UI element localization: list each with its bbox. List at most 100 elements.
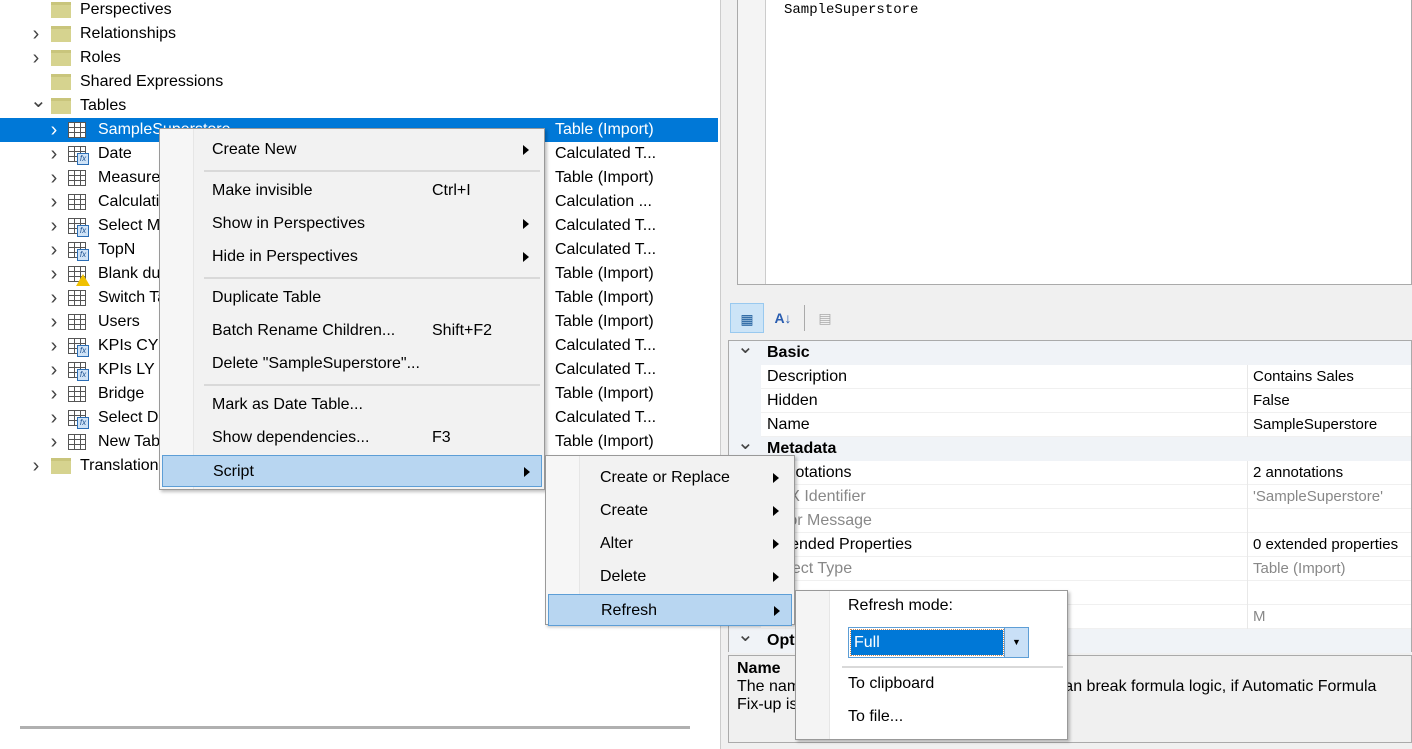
menu-item-show-dependencies[interactable]: Show dependencies...F3 (162, 422, 542, 454)
menu-item-create-new[interactable]: Create New (162, 134, 542, 166)
menu-item-refresh[interactable]: Refresh (548, 594, 792, 626)
table-name: KPIs CY (98, 334, 158, 358)
menu-item-script[interactable]: Script (162, 455, 542, 487)
property-value[interactable]: 0 extended properties (1247, 533, 1398, 557)
tree-folder-tables[interactable]: ⌄Tables (0, 94, 718, 118)
menu-item-label: Create (600, 495, 648, 527)
table-icon (68, 386, 86, 402)
dropdown-arrow-icon[interactable]: ▼ (1004, 628, 1028, 657)
property-row[interactable]: DescriptionContains Sales (729, 365, 1411, 389)
expand-chevron-icon[interactable]: › (48, 118, 60, 142)
warning-table-icon (68, 266, 86, 282)
menu-separator (204, 277, 540, 279)
menu-item-create-or-replace[interactable]: Create or Replace (548, 462, 792, 494)
expand-chevron-icon[interactable]: › (48, 190, 60, 214)
fx-icon: fx (77, 345, 89, 357)
expand-chevron-icon[interactable]: › (48, 214, 60, 238)
tree-folder-relationships[interactable]: ›Relationships (0, 22, 718, 46)
property-value[interactable]: False (1247, 389, 1290, 413)
property-value[interactable]: M (1247, 605, 1266, 629)
expand-chevron-icon[interactable]: › (48, 382, 60, 406)
expand-chevron-icon[interactable]: › (48, 166, 60, 190)
calc-group-icon (68, 194, 86, 210)
menu-item-mark-as-date-table[interactable]: Mark as Date Table... (162, 389, 542, 421)
tree-item-label: Translations (80, 454, 167, 478)
editor-gutter (738, 0, 766, 284)
expand-chevron-icon[interactable]: › (30, 454, 42, 478)
expand-chevron-icon[interactable]: › (48, 358, 60, 382)
collapse-chevron-icon[interactable]: ⌄ (737, 623, 749, 647)
table-type: Table (Import) (555, 382, 654, 406)
tree-folder-roles[interactable]: ›Roles (0, 46, 718, 70)
tree-folder-perspectives[interactable]: Perspectives (0, 0, 718, 22)
collapse-chevron-icon[interactable]: ⌄ (30, 89, 42, 113)
table-type: Calculated T... (555, 238, 656, 262)
calc-table-icon: fx (68, 218, 86, 234)
menu-item-alter[interactable]: Alter (548, 528, 792, 560)
property-value[interactable]: 2 annotations (1247, 461, 1343, 485)
to-clipboard-item[interactable]: To clipboard (848, 675, 934, 693)
collapse-chevron-icon[interactable]: ⌄ (737, 335, 749, 359)
editor-text: SampleSuperstore (784, 2, 918, 18)
expand-chevron-icon[interactable]: › (30, 22, 42, 46)
property-value[interactable]: Table (Import) (1247, 557, 1346, 581)
expand-chevron-icon[interactable]: › (48, 142, 60, 166)
table-name: Users (98, 310, 140, 334)
menu-item-hide-in-perspectives[interactable]: Hide in Perspectives (162, 241, 542, 273)
property-row[interactable]: NameSampleSuperstore (729, 413, 1411, 437)
property-value[interactable]: SampleSuperstore (1247, 413, 1377, 437)
menu-item-delete[interactable]: Delete (548, 561, 792, 593)
menu-item-duplicate-table[interactable]: Duplicate Table (162, 282, 542, 314)
menu-item-label: Delete (600, 561, 646, 593)
tree-horizontal-scrollbar[interactable] (20, 726, 690, 729)
menu-item-delete-samplesuperstore[interactable]: Delete "SampleSuperstore"... (162, 348, 542, 380)
table-type: Calculated T... (555, 142, 656, 166)
property-row[interactable]: Error Message (729, 509, 1411, 533)
property-value[interactable]: 'SampleSuperstore' (1247, 485, 1383, 509)
property-row[interactable]: Annotations2 annotations (729, 461, 1411, 485)
menu-item-label: Refresh (601, 595, 657, 627)
table-type: Calculation ... (555, 190, 652, 214)
expand-chevron-icon[interactable]: › (48, 334, 60, 358)
expand-chevron-icon[interactable]: › (48, 310, 60, 334)
tree-item-label: Tables (80, 94, 126, 118)
expand-chevron-icon[interactable]: › (48, 430, 60, 454)
property-row[interactable]: DAX Identifier'SampleSuperstore' (729, 485, 1411, 509)
collapse-chevron-icon[interactable]: ⌄ (737, 431, 749, 455)
property-category[interactable]: ⌄Metadata (729, 437, 1411, 461)
fx-icon: fx (77, 249, 89, 261)
calc-table-icon: fx (68, 146, 86, 162)
submenu-arrow-icon (524, 467, 530, 477)
table-name: KPIs LY (98, 358, 155, 382)
property-row[interactable]: Object TypeTable (Import) (729, 557, 1411, 581)
menu-item-batch-rename-children[interactable]: Batch Rename Children...Shift+F2 (162, 315, 542, 347)
fx-icon: fx (77, 225, 89, 237)
menu-item-make-invisible[interactable]: Make invisibleCtrl+I (162, 175, 542, 207)
property-row[interactable]: HiddenFalse (729, 389, 1411, 413)
sort-alphabetical-icon[interactable]: A↓ (766, 303, 800, 333)
refresh-submenu: Refresh mode: Full ▼ To clipboard To fil… (795, 590, 1068, 740)
expression-editor[interactable]: SampleSuperstore (737, 0, 1412, 285)
expand-chevron-icon[interactable]: › (48, 406, 60, 430)
categorized-view-icon[interactable]: ▦ (730, 303, 764, 333)
tree-item-label: Shared Expressions (80, 70, 223, 94)
expand-chevron-icon[interactable]: › (30, 46, 42, 70)
tree-folder-shared-expressions[interactable]: Shared Expressions (0, 70, 718, 94)
tree-item-label: Perspectives (80, 0, 172, 22)
to-file-item[interactable]: To file... (848, 708, 903, 726)
property-value[interactable]: Contains Sales (1247, 365, 1354, 389)
expand-chevron-icon[interactable]: › (48, 286, 60, 310)
property-value[interactable] (1247, 509, 1253, 533)
table-type: Calculated T... (555, 406, 656, 430)
property-pages-icon[interactable]: ▤ (808, 303, 842, 333)
refresh-mode-dropdown[interactable]: Full ▼ (848, 627, 1029, 658)
menu-item-create[interactable]: Create (548, 495, 792, 527)
expand-chevron-icon[interactable]: › (48, 262, 60, 286)
property-category[interactable]: ⌄Basic (729, 341, 1411, 365)
expand-chevron-icon[interactable]: › (48, 238, 60, 262)
table-type: Table (Import) (555, 286, 654, 310)
property-value[interactable] (1247, 581, 1253, 605)
property-row[interactable]: Extended Properties0 extended properties (729, 533, 1411, 557)
menu-shortcut: Shift+F2 (432, 315, 492, 347)
menu-item-show-in-perspectives[interactable]: Show in Perspectives (162, 208, 542, 240)
